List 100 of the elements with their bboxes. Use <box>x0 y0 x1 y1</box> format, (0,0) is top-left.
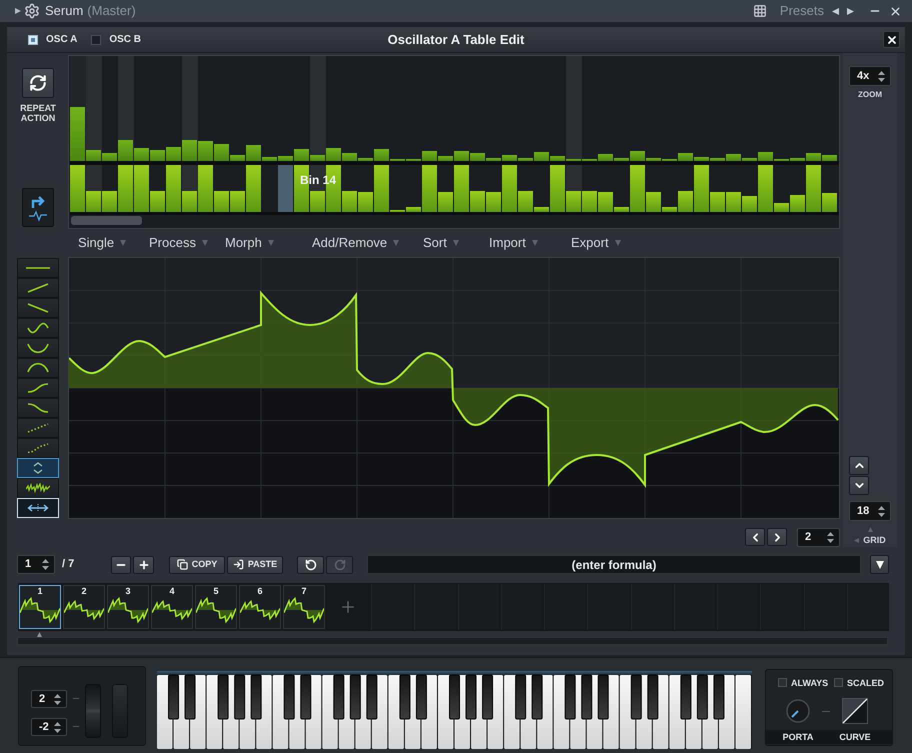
next-button[interactable] <box>767 528 787 546</box>
noise-wave-icon <box>26 483 50 493</box>
porta-label: PORTA <box>782 732 814 742</box>
menu-dropdown[interactable]: Add/Remove <box>312 235 400 251</box>
waveform-icon <box>108 596 148 626</box>
gear-icon[interactable] <box>24 3 40 19</box>
scroll-down-button[interactable] <box>849 476 869 495</box>
tool-button[interactable] <box>17 378 59 398</box>
porta-knob[interactable] <box>786 699 810 723</box>
phase-bar <box>726 192 741 212</box>
formula-field[interactable]: (enter formula) <box>367 555 861 574</box>
rising-s-curve-icon <box>27 383 49 393</box>
tool-button[interactable] <box>17 478 59 498</box>
frame-spinbox[interactable]: 1 <box>17 555 55 574</box>
mode-button[interactable] <box>22 188 54 227</box>
wavetable-frame[interactable]: 2 <box>63 585 105 629</box>
zoom-spinbox[interactable]: 4x <box>849 66 891 86</box>
grid-icon[interactable] <box>752 4 767 18</box>
grid-up-arrow-icon <box>868 527 872 532</box>
next-arrow-icon[interactable] <box>847 8 854 14</box>
wavetable-frame[interactable]: 7 <box>283 585 325 629</box>
up-down-arrows-icon[interactable] <box>827 532 834 542</box>
checkbox[interactable] <box>28 34 38 44</box>
grid-spinbox[interactable]: 18 <box>849 501 891 521</box>
waveform-icon <box>196 596 236 626</box>
caret-icon <box>268 240 274 246</box>
osc-label[interactable]: OSC A <box>46 34 78 46</box>
caret-icon <box>452 240 459 246</box>
plugin-context: (Master) <box>87 3 136 19</box>
dotted-rising-curve-icon <box>27 443 49 453</box>
remove-frame-button[interactable] <box>111 556 131 574</box>
up-down-arrows-icon[interactable] <box>54 722 61 732</box>
paste-icon <box>232 559 244 570</box>
undo-button[interactable] <box>297 556 324 574</box>
up-down-arrows-icon[interactable] <box>878 506 885 516</box>
add-frame-icon[interactable] <box>339 598 357 616</box>
menu-dropdown[interactable]: Morph <box>225 235 274 251</box>
undo-icon <box>304 558 316 570</box>
close-button[interactable] <box>883 31 900 48</box>
caret-icon <box>393 240 400 246</box>
menu-dropdown[interactable]: Import <box>489 235 538 251</box>
menu-dropdown[interactable]: Process <box>149 235 208 251</box>
waveform-icon <box>284 596 324 626</box>
repeat-action-button[interactable] <box>22 68 54 98</box>
copy-button[interactable]: COPY <box>169 556 225 574</box>
grid-label: GRID <box>863 535 886 545</box>
option-label[interactable]: ALWAYS <box>791 678 828 688</box>
window-title: Oscillator A Table Edit <box>388 32 524 48</box>
piano-keyboard-drawing[interactable] <box>157 671 752 749</box>
close-icon[interactable] <box>889 4 902 18</box>
menu-dropdown[interactable]: Export <box>571 235 621 251</box>
tool-button[interactable] <box>17 298 59 318</box>
wavetable-frame[interactable]: 1 <box>19 585 61 629</box>
checkbox[interactable] <box>834 678 843 687</box>
wavetable-frame[interactable]: 5 <box>195 585 237 629</box>
up-down-arrows-icon[interactable] <box>42 559 49 570</box>
magnitude-bar <box>150 150 165 161</box>
expand-arrow-icon[interactable] <box>15 8 21 14</box>
curve-shape-icon[interactable] <box>842 698 868 724</box>
option-label[interactable]: SCALED <box>847 678 884 688</box>
scrollbar-thumb[interactable] <box>71 216 142 225</box>
frame-count: / 7 <box>62 558 74 571</box>
caret-icon <box>876 560 884 568</box>
horizontal-arrows-icon <box>27 504 49 512</box>
waveform-icon <box>20 596 60 626</box>
wavetable-frame[interactable]: 4 <box>151 585 193 629</box>
step-spinbox[interactable]: 2 <box>797 528 840 546</box>
menu-dropdown[interactable]: Sort <box>423 235 459 251</box>
osc-label[interactable]: OSC B <box>109 34 141 46</box>
paste-button[interactable]: PASTE <box>227 556 283 574</box>
tool-button[interactable] <box>17 398 59 418</box>
tool-button[interactable] <box>17 318 59 338</box>
wavetable-frame[interactable]: 3 <box>107 585 149 629</box>
frame-scrollbar[interactable] <box>17 637 888 645</box>
zoom-label: ZOOM <box>858 90 882 100</box>
close-icon <box>886 34 898 46</box>
pitch-up-spinbox[interactable]: 2 <box>31 690 67 708</box>
flat-line-icon <box>26 267 50 269</box>
scroll-up-button[interactable] <box>849 456 869 475</box>
up-down-arrows-icon[interactable] <box>878 70 885 82</box>
tool-button[interactable] <box>17 278 59 298</box>
tool-button[interactable] <box>17 258 59 278</box>
up-down-arrows-icon[interactable] <box>54 694 61 704</box>
previous-button[interactable] <box>745 528 765 546</box>
checkbox[interactable] <box>91 34 102 44</box>
menu-dropdown[interactable]: Single <box>78 235 126 251</box>
caret-icon <box>614 240 621 246</box>
pitch-down-spinbox[interactable]: -2 <box>31 718 67 736</box>
plus-icon <box>138 558 150 570</box>
tool-button[interactable] <box>17 358 59 378</box>
grid-left-arrow-icon <box>854 538 860 542</box>
arch-curve-icon <box>27 363 49 373</box>
tool-button[interactable] <box>17 338 59 358</box>
caret-icon <box>202 240 208 246</box>
add-frame-button[interactable] <box>133 556 154 574</box>
wavetable-frame[interactable]: 6 <box>239 585 281 629</box>
valley-curve-icon <box>27 343 49 353</box>
previous-arrow-icon[interactable] <box>832 8 839 14</box>
checkbox[interactable] <box>778 678 787 687</box>
formula-dropdown-button[interactable] <box>870 555 889 574</box>
